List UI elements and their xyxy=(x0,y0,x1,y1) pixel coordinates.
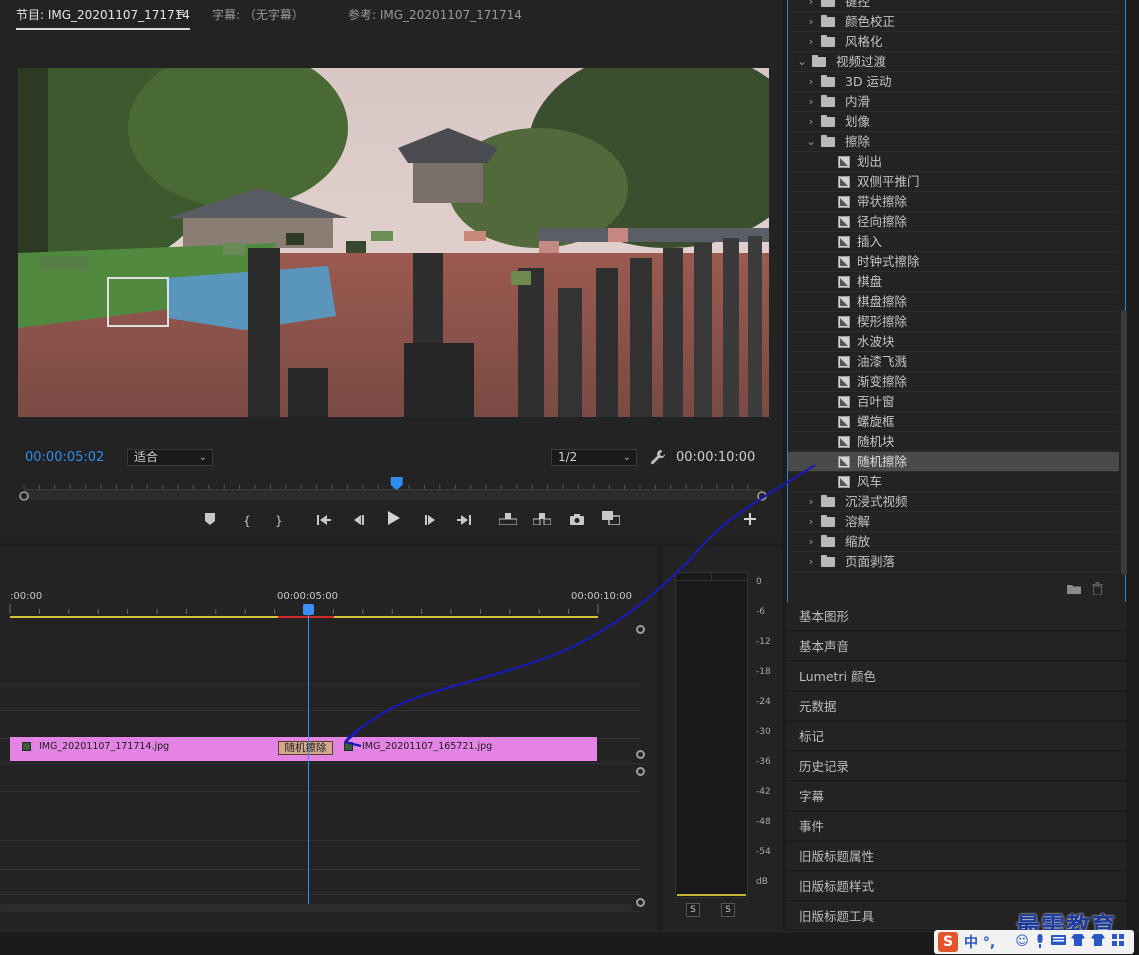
emoji-icon[interactable]: ☺ xyxy=(1014,934,1030,950)
annotation-arrow xyxy=(344,464,816,748)
skin-icon[interactable] xyxy=(1070,934,1086,950)
grid-icon[interactable] xyxy=(1110,934,1126,950)
mic-icon[interactable] xyxy=(1032,934,1048,950)
ime-toolbar[interactable]: S 中 °, ☺ xyxy=(934,930,1134,954)
shirt-icon[interactable] xyxy=(1090,934,1106,950)
ime-logo[interactable]: S xyxy=(938,932,958,952)
ime-mode[interactable]: 中 °, xyxy=(964,932,995,952)
keyboard-icon[interactable] xyxy=(1050,934,1066,950)
